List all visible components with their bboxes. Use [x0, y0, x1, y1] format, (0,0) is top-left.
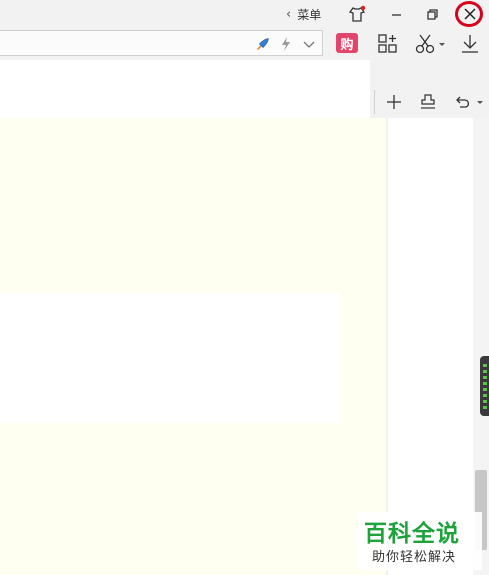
minimize-icon[interactable] [386, 4, 406, 24]
rocket-icon[interactable] [254, 36, 272, 52]
restore-icon[interactable] [422, 4, 442, 24]
toolbar-divider [374, 90, 375, 114]
lightning-icon[interactable] [280, 36, 292, 52]
document-content-block[interactable] [0, 293, 340, 423]
buy-button[interactable]: 购 [336, 33, 358, 53]
page-header-area [0, 60, 370, 118]
stamp-icon[interactable] [418, 92, 438, 112]
title-bar [0, 0, 489, 28]
apps-add-icon[interactable] [376, 32, 400, 56]
plus-icon[interactable] [384, 92, 404, 112]
skin-icon[interactable] [347, 4, 367, 24]
scissors-icon[interactable] [414, 32, 446, 56]
chevron-down-icon[interactable] [302, 36, 316, 52]
download-icon[interactable] [458, 32, 482, 56]
close-highlight-circle [455, 1, 483, 27]
watermark-title: 百科全说 [364, 521, 460, 547]
side-panel-handle[interactable] [480, 356, 489, 416]
menu-label: 菜单 [297, 7, 322, 22]
address-bar[interactable] [0, 30, 323, 56]
menu-button[interactable]: ‹ 菜单 [286, 5, 321, 23]
undo-icon[interactable] [452, 92, 486, 112]
right-side-panel [388, 118, 473, 575]
watermark-subtitle: 助你轻松解决 [372, 550, 457, 565]
watermark: 百科全说 助你轻松解决 [358, 512, 482, 570]
chevron-left-icon: ‹ [286, 6, 292, 22]
